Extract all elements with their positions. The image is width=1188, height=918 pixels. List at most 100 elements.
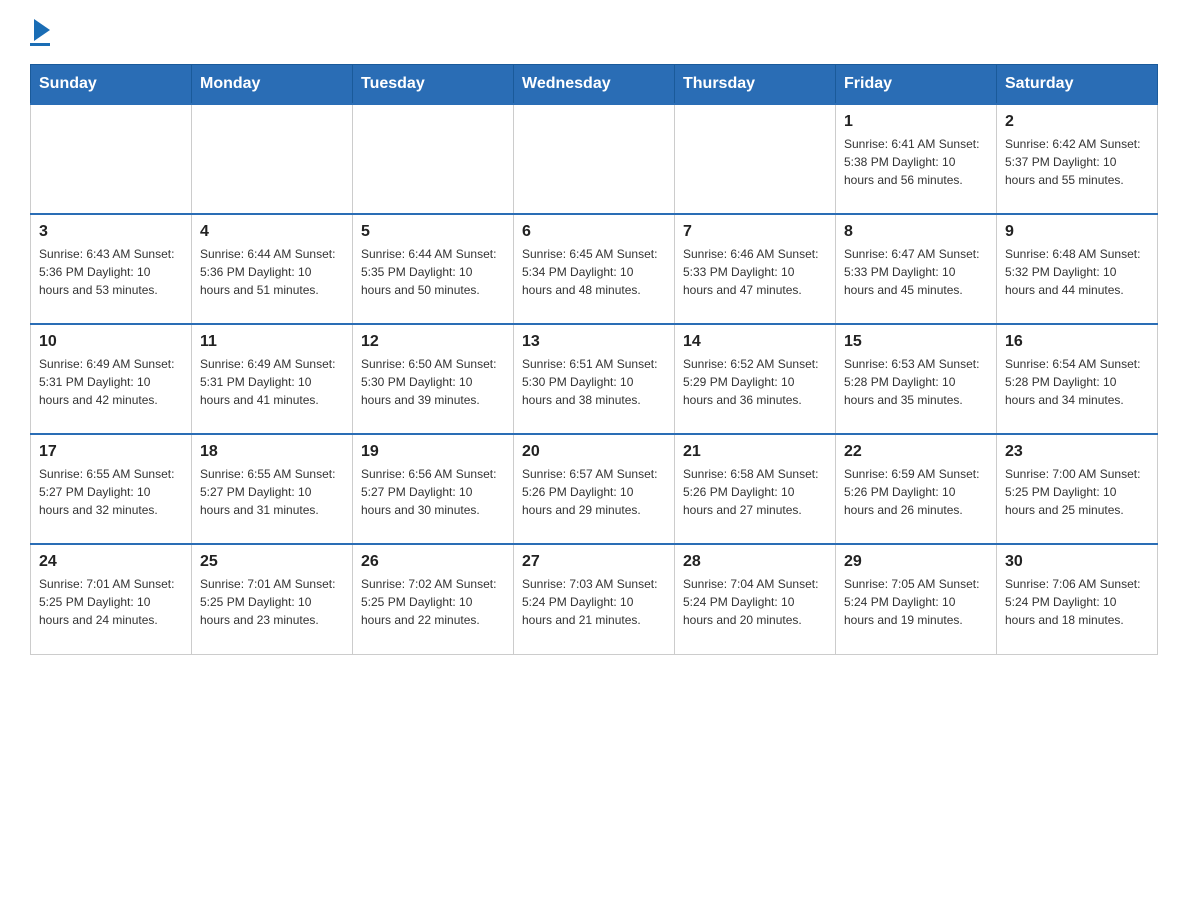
calendar-week-row: 24 Sunrise: 7:01 AM Sunset: 5:25 PM Dayli… — [31, 544, 1158, 654]
calendar-cell: 3 Sunrise: 6:43 AM Sunset: 5:36 PM Daylig… — [31, 214, 192, 324]
day-info: Sunrise: 6:50 AM Sunset: 5:30 PM Dayligh… — [361, 355, 505, 409]
day-number: 25 — [200, 553, 344, 571]
day-number: 24 — [39, 553, 183, 571]
day-info: Sunrise: 6:58 AM Sunset: 5:26 PM Dayligh… — [683, 465, 827, 519]
day-info: Sunrise: 6:57 AM Sunset: 5:26 PM Dayligh… — [522, 465, 666, 519]
day-info: Sunrise: 6:49 AM Sunset: 5:31 PM Dayligh… — [200, 355, 344, 409]
calendar-cell: 24 Sunrise: 7:01 AM Sunset: 5:25 PM Dayli… — [31, 544, 192, 654]
day-info: Sunrise: 6:42 AM Sunset: 5:37 PM Dayligh… — [1005, 135, 1149, 189]
day-info: Sunrise: 7:02 AM Sunset: 5:25 PM Dayligh… — [361, 575, 505, 629]
calendar-cell: 27 Sunrise: 7:03 AM Sunset: 5:24 PM Dayli… — [514, 544, 675, 654]
day-number: 6 — [522, 223, 666, 241]
calendar-cell: 25 Sunrise: 7:01 AM Sunset: 5:25 PM Dayli… — [192, 544, 353, 654]
day-number: 10 — [39, 333, 183, 351]
calendar-cell: 6 Sunrise: 6:45 AM Sunset: 5:34 PM Daylig… — [514, 214, 675, 324]
calendar-cell: 30 Sunrise: 7:06 AM Sunset: 5:24 PM Dayli… — [997, 544, 1158, 654]
calendar-cell: 16 Sunrise: 6:54 AM Sunset: 5:28 PM Dayli… — [997, 324, 1158, 434]
calendar-cell: 10 Sunrise: 6:49 AM Sunset: 5:31 PM Dayli… — [31, 324, 192, 434]
calendar-cell: 9Sunrise: 6:48 AM Sunset: 5:32 PM Daylig… — [997, 214, 1158, 324]
calendar-cell: 28Sunrise: 7:04 AM Sunset: 5:24 PM Dayli… — [675, 544, 836, 654]
day-number: 17 — [39, 443, 183, 461]
calendar-cell: 7 Sunrise: 6:46 AM Sunset: 5:33 PM Daylig… — [675, 214, 836, 324]
day-info: Sunrise: 7:06 AM Sunset: 5:24 PM Dayligh… — [1005, 575, 1149, 629]
day-info: Sunrise: 6:49 AM Sunset: 5:31 PM Dayligh… — [39, 355, 183, 409]
calendar-cell: 14 Sunrise: 6:52 AM Sunset: 5:29 PM Dayli… — [675, 324, 836, 434]
calendar-cell — [353, 104, 514, 214]
day-number: 3 — [39, 223, 183, 241]
calendar-cell: 19Sunrise: 6:56 AM Sunset: 5:27 PM Dayli… — [353, 434, 514, 544]
day-number: 21 — [683, 443, 827, 461]
day-info: Sunrise: 6:43 AM Sunset: 5:36 PM Dayligh… — [39, 245, 183, 299]
day-info: Sunrise: 6:55 AM Sunset: 5:27 PM Dayligh… — [39, 465, 183, 519]
day-info: Sunrise: 6:44 AM Sunset: 5:35 PM Dayligh… — [361, 245, 505, 299]
calendar-cell: 18 Sunrise: 6:55 AM Sunset: 5:27 PM Dayli… — [192, 434, 353, 544]
calendar-cell: 8 Sunrise: 6:47 AM Sunset: 5:33 PM Daylig… — [836, 214, 997, 324]
calendar-cell: 23 Sunrise: 7:00 AM Sunset: 5:25 PM Dayli… — [997, 434, 1158, 544]
day-number: 8 — [844, 223, 988, 241]
calendar-week-row: 17 Sunrise: 6:55 AM Sunset: 5:27 PM Dayli… — [31, 434, 1158, 544]
day-info: Sunrise: 6:53 AM Sunset: 5:28 PM Dayligh… — [844, 355, 988, 409]
calendar-cell: 4 Sunrise: 6:44 AM Sunset: 5:36 PM Daylig… — [192, 214, 353, 324]
calendar-cell: 12 Sunrise: 6:50 AM Sunset: 5:30 PM Dayli… — [353, 324, 514, 434]
calendar-cell: 13Sunrise: 6:51 AM Sunset: 5:30 PM Dayli… — [514, 324, 675, 434]
calendar-cell — [514, 104, 675, 214]
day-number: 7 — [683, 223, 827, 241]
day-info: Sunrise: 6:48 AM Sunset: 5:32 PM Dayligh… — [1005, 245, 1149, 299]
day-info: Sunrise: 7:03 AM Sunset: 5:24 PM Dayligh… — [522, 575, 666, 629]
day-info: Sunrise: 7:04 AM Sunset: 5:24 PM Dayligh… — [683, 575, 827, 629]
header-tuesday: Tuesday — [353, 65, 514, 105]
day-info: Sunrise: 6:54 AM Sunset: 5:28 PM Dayligh… — [1005, 355, 1149, 409]
day-number: 30 — [1005, 553, 1149, 571]
day-info: Sunrise: 7:01 AM Sunset: 5:25 PM Dayligh… — [200, 575, 344, 629]
day-number: 23 — [1005, 443, 1149, 461]
calendar-table: SundayMondayTuesdayWednesdayThursdayFrid… — [30, 64, 1158, 655]
day-number: 1 — [844, 113, 988, 131]
day-number: 2 — [1005, 113, 1149, 131]
calendar-cell: 2 Sunrise: 6:42 AM Sunset: 5:37 PM Daylig… — [997, 104, 1158, 214]
calendar-header-row: SundayMondayTuesdayWednesdayThursdayFrid… — [31, 65, 1158, 105]
day-number: 15 — [844, 333, 988, 351]
day-info: Sunrise: 6:51 AM Sunset: 5:30 PM Dayligh… — [522, 355, 666, 409]
day-number: 26 — [361, 553, 505, 571]
calendar-cell — [192, 104, 353, 214]
calendar-cell: 11 Sunrise: 6:49 AM Sunset: 5:31 PM Dayli… — [192, 324, 353, 434]
calendar-cell: 17 Sunrise: 6:55 AM Sunset: 5:27 PM Dayli… — [31, 434, 192, 544]
day-info: Sunrise: 7:01 AM Sunset: 5:25 PM Dayligh… — [39, 575, 183, 629]
header-saturday: Saturday — [997, 65, 1158, 105]
day-number: 4 — [200, 223, 344, 241]
day-number: 14 — [683, 333, 827, 351]
day-number: 27 — [522, 553, 666, 571]
header-thursday: Thursday — [675, 65, 836, 105]
day-number: 16 — [1005, 333, 1149, 351]
logo-underline — [30, 43, 50, 46]
calendar-cell: 5Sunrise: 6:44 AM Sunset: 5:35 PM Daylig… — [353, 214, 514, 324]
day-number: 19 — [361, 443, 505, 461]
logo-arrow-icon — [34, 19, 50, 41]
calendar-cell — [675, 104, 836, 214]
calendar-cell: 21 Sunrise: 6:58 AM Sunset: 5:26 PM Dayli… — [675, 434, 836, 544]
day-info: Sunrise: 6:45 AM Sunset: 5:34 PM Dayligh… — [522, 245, 666, 299]
calendar-cell: 29Sunrise: 7:05 AM Sunset: 5:24 PM Dayli… — [836, 544, 997, 654]
day-number: 12 — [361, 333, 505, 351]
day-info: Sunrise: 6:52 AM Sunset: 5:29 PM Dayligh… — [683, 355, 827, 409]
day-info: Sunrise: 6:47 AM Sunset: 5:33 PM Dayligh… — [844, 245, 988, 299]
day-info: Sunrise: 6:44 AM Sunset: 5:36 PM Dayligh… — [200, 245, 344, 299]
day-info: Sunrise: 7:00 AM Sunset: 5:25 PM Dayligh… — [1005, 465, 1149, 519]
header-sunday: Sunday — [31, 65, 192, 105]
day-number: 11 — [200, 333, 344, 351]
calendar-cell: 1 Sunrise: 6:41 AM Sunset: 5:38 PM Daylig… — [836, 104, 997, 214]
day-info: Sunrise: 6:55 AM Sunset: 5:27 PM Dayligh… — [200, 465, 344, 519]
day-info: Sunrise: 6:41 AM Sunset: 5:38 PM Dayligh… — [844, 135, 988, 189]
header-wednesday: Wednesday — [514, 65, 675, 105]
day-number: 20 — [522, 443, 666, 461]
day-info: Sunrise: 6:46 AM Sunset: 5:33 PM Dayligh… — [683, 245, 827, 299]
day-number: 29 — [844, 553, 988, 571]
header-monday: Monday — [192, 65, 353, 105]
day-info: Sunrise: 6:59 AM Sunset: 5:26 PM Dayligh… — [844, 465, 988, 519]
header-friday: Friday — [836, 65, 997, 105]
calendar-week-row: 1 Sunrise: 6:41 AM Sunset: 5:38 PM Daylig… — [31, 104, 1158, 214]
calendar-cell: 22Sunrise: 6:59 AM Sunset: 5:26 PM Dayli… — [836, 434, 997, 544]
calendar-week-row: 10 Sunrise: 6:49 AM Sunset: 5:31 PM Dayli… — [31, 324, 1158, 434]
day-number: 18 — [200, 443, 344, 461]
calendar-cell: 26 Sunrise: 7:02 AM Sunset: 5:25 PM Dayli… — [353, 544, 514, 654]
